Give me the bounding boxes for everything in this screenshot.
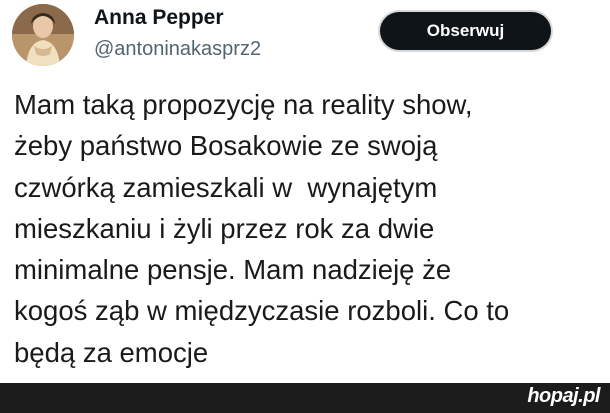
post-text-line: mieszkaniu i żyli przez rok za dwie [14, 212, 435, 244]
post-text-line: minimalne pensje. Mam nadzieję że [14, 254, 452, 286]
post-text-line: Mam taką propozycję na reality show, [14, 89, 473, 120]
post-text: Mam taką propozycję na reality show, żeb… [14, 84, 604, 373]
avatar-image [12, 4, 74, 66]
author-handle[interactable]: @antoninakasprz2 [94, 38, 261, 61]
post-text-line: żeby państwo Bosakowie ze swoją [14, 130, 438, 162]
post-card: Anna Pepper @antoninakasprz2 Obserwuj Ma… [0, 0, 610, 383]
avatar[interactable] [12, 4, 74, 66]
post-text-line: będą za emocje [14, 336, 209, 368]
author-name[interactable]: Anna Pepper [94, 6, 224, 30]
post-text-line: kogoś ząb w międzyczasie rozboli. Co to [14, 295, 510, 327]
follow-button[interactable]: Obserwuj [380, 12, 551, 50]
footer-bar: hopaj.pl [0, 383, 610, 413]
post-text-line: czwórką zamieszkali w wynajętym [14, 171, 438, 203]
watermark-logo: hopaj.pl [527, 385, 600, 407]
